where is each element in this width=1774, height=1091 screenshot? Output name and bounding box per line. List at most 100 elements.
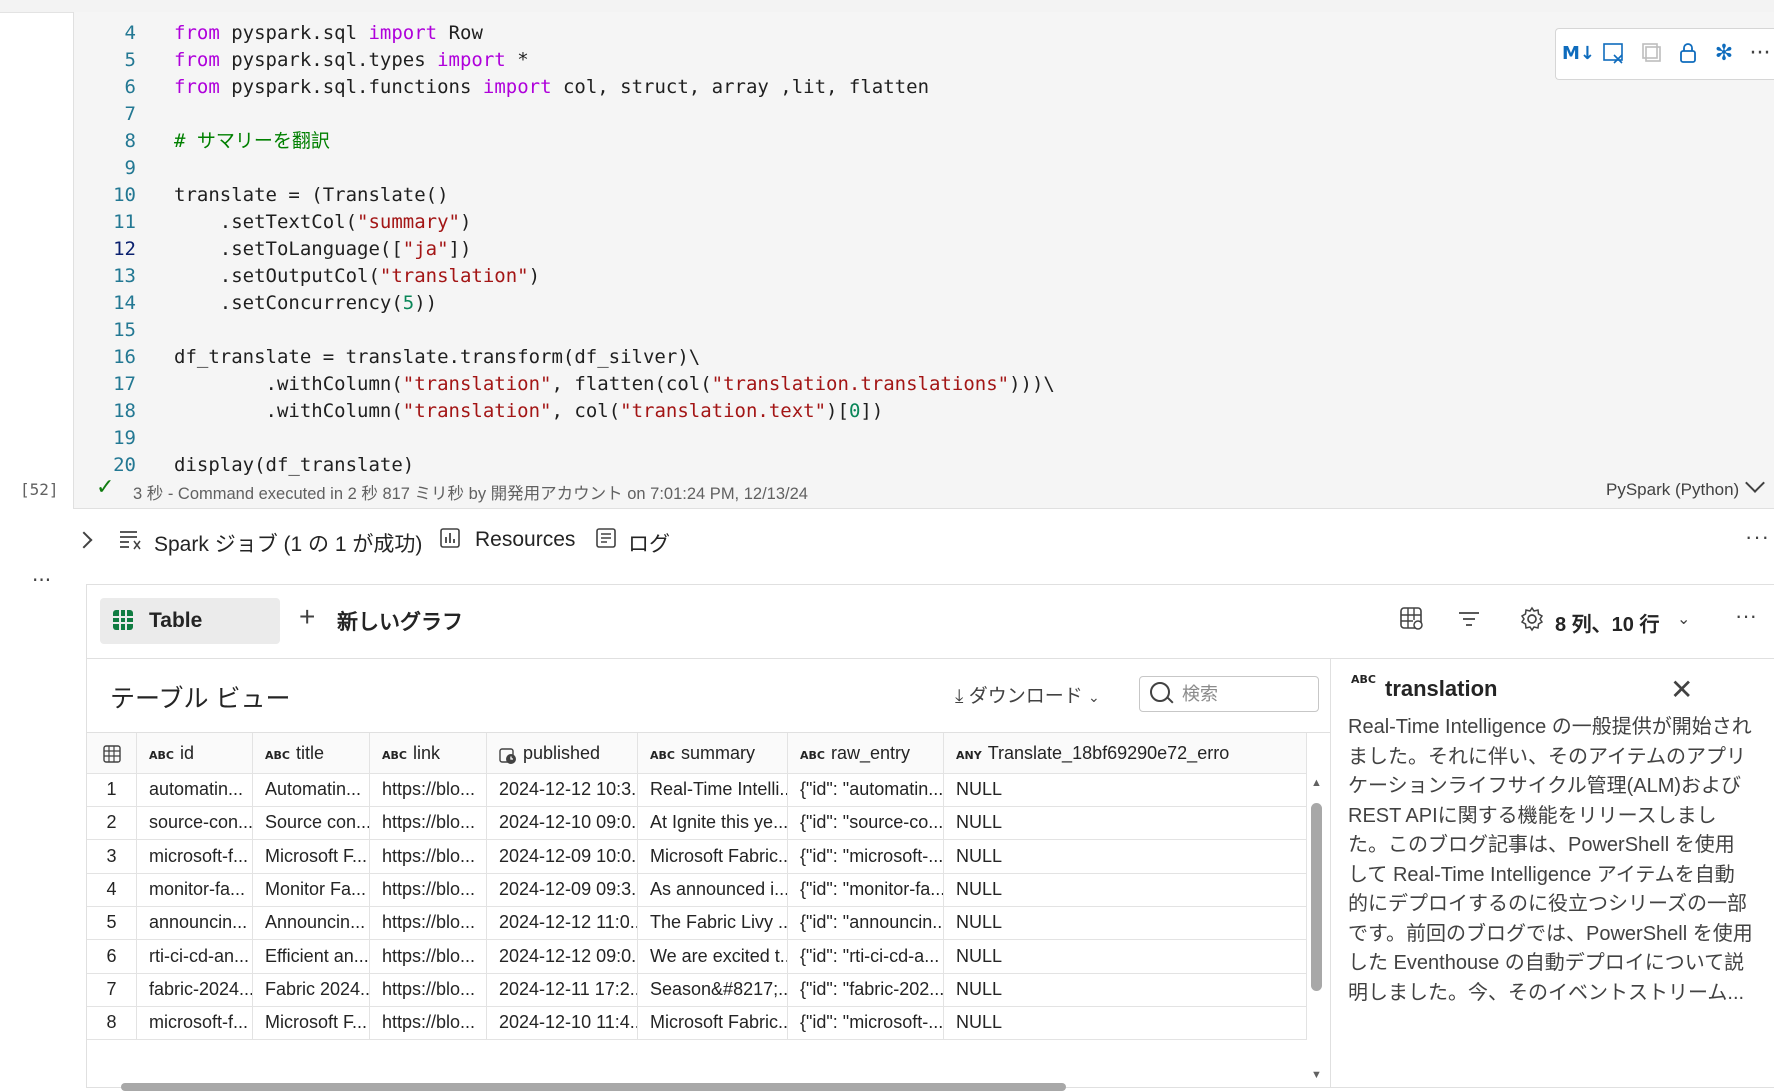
search-input[interactable] (1180, 682, 1314, 706)
table-cell[interactable]: {"id": "source-co... (788, 806, 944, 840)
filter-icon[interactable] (1456, 606, 1482, 638)
table-cell[interactable]: https://blo... (370, 806, 487, 840)
code-line[interactable]: 4 from pyspark.sql import Row (74, 20, 1574, 47)
table-cell[interactable]: Source con... (253, 806, 370, 840)
table-cell[interactable]: {"id": "monitor-fa... (788, 872, 944, 906)
language-selector[interactable]: PySpark (Python) (1606, 480, 1739, 500)
table-cell[interactable]: Microsoft F... (253, 839, 370, 873)
table-cell[interactable]: {"id": "microsoft-... (788, 1006, 944, 1040)
column-header-translate-18bf69290e72-erro[interactable]: ANY Translate_18bf69290e72_erro (944, 733, 1307, 773)
freeze-icon[interactable]: ✻ (1710, 41, 1738, 67)
columns-rows-selector[interactable]: 8 列、10 行 (1555, 608, 1659, 637)
code-line[interactable]: 16 df_translate = translate.transform(df_… (74, 344, 1574, 371)
data-grid[interactable]: ABC id ABC title ABC link published ABC summary A… (87, 732, 1330, 1088)
table-cell[interactable]: 2024-12-12 10:3... (487, 773, 638, 806)
table-cell[interactable]: 2024-12-10 09:0... (487, 806, 638, 840)
code-line[interactable]: 10 translate = (Translate() (74, 182, 1574, 209)
table-cell[interactable]: {"id": "fabric-202... (788, 972, 944, 1006)
lock-icon[interactable] (1674, 41, 1702, 67)
code-cell[interactable]: 4 from pyspark.sql import Row 5 from pyspar… (73, 12, 1774, 509)
table-cell[interactable]: 2024-12-12 09:0... (487, 939, 638, 973)
table-cell[interactable]: announcin... (137, 906, 253, 940)
spark-jobs-link[interactable]: Spark ジョブ (1 の 1 が成功) (154, 528, 422, 558)
table-cell[interactable]: Efficient an... (253, 939, 370, 973)
table-row[interactable]: 5 announcin... Announcin... https://blo... 2… (87, 906, 1307, 941)
table-cell[interactable]: https://blo... (370, 906, 487, 940)
column-header-summary[interactable]: ABC summary (638, 733, 788, 773)
table-cell[interactable]: https://blo... (370, 839, 487, 873)
table-cell[interactable]: Announcin... (253, 906, 370, 940)
table-cell[interactable]: Real-Time Intelli... (638, 773, 788, 806)
table-row[interactable]: 4 monitor-fa... Monitor Fa... https://blo..… (87, 872, 1307, 907)
chevron-down-icon[interactable]: ⌄ (1677, 609, 1690, 629)
column-header-published[interactable]: published (487, 733, 638, 773)
table-cell[interactable]: Fabric 2024... (253, 972, 370, 1006)
search-box[interactable] (1139, 676, 1319, 712)
table-cell[interactable]: We are excited t... (638, 939, 788, 973)
table-cell[interactable]: NULL (944, 972, 1307, 1006)
table-cell[interactable]: As announced i... (638, 872, 788, 906)
table-cell[interactable]: microsoft-f... (137, 1006, 253, 1040)
code-line[interactable]: 17 .withColumn("translation", flatten(co… (74, 371, 1574, 398)
code-line[interactable]: 5 from pyspark.sql.types import * (74, 47, 1574, 74)
scroll-down-icon[interactable]: ▼ (1311, 1069, 1322, 1081)
table-cell[interactable]: monitor-fa... (137, 872, 253, 906)
table-cell[interactable]: 2024-12-10 11:4... (487, 1006, 638, 1040)
log-link[interactable]: ログ (628, 528, 670, 558)
table-cell[interactable]: NULL (944, 773, 1307, 806)
table-cell[interactable]: Season&#8217;... (638, 972, 788, 1006)
code-line[interactable]: 12 .setToLanguage(["ja"]) (74, 236, 1574, 263)
new-chart-button[interactable]: 新しいグラフ (337, 606, 463, 636)
column-header-id[interactable]: ABC id (137, 733, 253, 773)
table-cell[interactable]: At Ignite this ye... (638, 806, 788, 840)
vertical-scrollbar[interactable]: ▲ ▼ (1309, 773, 1325, 1088)
table-cell[interactable]: NULL (944, 806, 1307, 840)
table-cell[interactable]: https://blo... (370, 1006, 487, 1040)
table-cell[interactable]: NULL (944, 872, 1307, 906)
code-line[interactable]: 9 (74, 155, 1574, 182)
table-cell[interactable]: source-con... (137, 806, 253, 840)
table-cell[interactable]: https://blo... (370, 773, 487, 806)
table-row[interactable]: 2 source-con... Source con... https://blo..… (87, 806, 1307, 841)
table-row[interactable]: 7 fabric-2024... Fabric 2024... https://blo… (87, 972, 1307, 1007)
horizontal-scrollbar[interactable] (121, 1083, 1066, 1091)
cell-more-icon[interactable]: ··· (32, 568, 51, 592)
table-cell[interactable]: NULL (944, 1006, 1307, 1040)
code-line[interactable]: 15 (74, 317, 1574, 344)
table-cell[interactable]: https://blo... (370, 939, 487, 973)
table-cell[interactable]: {"id": "automatin... (788, 773, 944, 806)
table-cell[interactable]: 2024-12-12 11:0... (487, 906, 638, 940)
table-cell[interactable]: 2024-12-11 17:2... (487, 972, 638, 1006)
code-line[interactable]: 8 # サマリーを翻訳 (74, 128, 1574, 155)
table-cell[interactable]: NULL (944, 906, 1307, 940)
table-cell[interactable]: {"id": "microsoft-... (788, 839, 944, 873)
markdown-toggle-icon[interactable]: M↓ (1562, 41, 1595, 67)
table-row[interactable]: 3 microsoft-f... Microsoft F... https://blo… (87, 839, 1307, 874)
plus-icon[interactable]: + (299, 601, 315, 633)
code-line[interactable]: 11 .setTextCol("summary") (74, 209, 1574, 236)
column-header-raw-entry[interactable]: ABC raw_entry (788, 733, 944, 773)
code-line[interactable]: 6 from pyspark.sql.functions import col, … (74, 74, 1574, 101)
table-cell[interactable]: fabric-2024... (137, 972, 253, 1006)
tab-table[interactable]: Table (100, 598, 280, 644)
table-cell[interactable]: {"id": "announcin... (788, 906, 944, 940)
resources-link[interactable]: Resources (475, 528, 575, 552)
code-line[interactable]: 13 .setOutputCol("translation") (74, 263, 1574, 290)
code-line[interactable]: 20 display(df_translate) (74, 452, 1574, 479)
copy-icon[interactable] (1638, 41, 1666, 67)
table-cell[interactable]: NULL (944, 839, 1307, 873)
code-line[interactable]: 7 (74, 101, 1574, 128)
table-cell[interactable]: 2024-12-09 09:3... (487, 872, 638, 906)
table-cell[interactable]: NULL (944, 939, 1307, 973)
table-cell[interactable]: The Fabric Livy ... (638, 906, 788, 940)
column-header-title[interactable]: ABC title (253, 733, 370, 773)
table-settings-icon[interactable] (1399, 606, 1425, 638)
code-line[interactable]: 14 .setConcurrency(5)) (74, 290, 1574, 317)
table-cell[interactable]: Monitor Fa... (253, 872, 370, 906)
expand-chevron-icon[interactable] (75, 531, 93, 549)
gear-icon[interactable] (1519, 606, 1545, 638)
table-cell[interactable]: Microsoft Fabric... (638, 1006, 788, 1040)
more-icon[interactable]: ··· (1735, 603, 1757, 629)
code-editor[interactable]: 4 from pyspark.sql import Row 5 from pyspar… (74, 20, 1574, 479)
more-icon[interactable]: ··· (1745, 524, 1770, 550)
